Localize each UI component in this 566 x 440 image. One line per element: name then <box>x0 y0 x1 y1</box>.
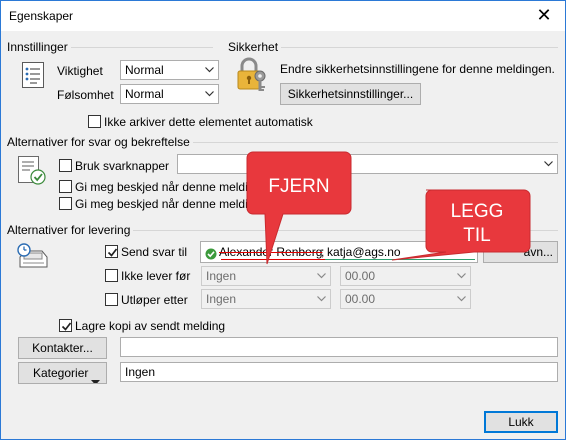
settings-header: Innstillinger <box>7 40 71 54</box>
notify-read-label: Gi meg beskjed når denne meldinge <box>75 197 268 211</box>
add-callout-text-line1: LEGG <box>450 201 504 222</box>
expires-label: Utløper etter <box>121 293 188 307</box>
no-archive-label: Ikke arkiver dette elementet automatisk <box>104 115 313 129</box>
expires-date-value: Ingen <box>206 292 237 306</box>
voting-buttons-select[interactable] <box>177 154 558 174</box>
no-deliver-date-value: Ingen <box>206 269 237 283</box>
chevron-down-icon <box>541 155 557 173</box>
importance-select[interactable]: Normal <box>120 60 219 80</box>
remove-callout <box>246 151 352 265</box>
use-voting-label: Bruk svarknapper <box>75 159 170 173</box>
importance-label: Viktighet <box>57 64 103 78</box>
expires-time-value: 00.00 <box>345 292 376 306</box>
no-deliver-time-select[interactable]: 00.00 <box>340 266 471 286</box>
no-deliver-date-select[interactable]: Ingen <box>201 266 331 286</box>
chevron-down-icon <box>202 61 218 79</box>
notify-delivered-label: Gi meg beskjed når denne meldinge <box>75 180 268 194</box>
close-icon[interactable]: ✕ <box>533 4 555 26</box>
notify-read-checkbox[interactable] <box>59 197 72 210</box>
chevron-down-icon <box>314 290 330 308</box>
voting-header: Alternativer for svar og bekreftelse <box>7 135 193 149</box>
delivery-clock-icon <box>16 241 50 274</box>
sensitivity-select[interactable]: Normal <box>120 84 219 104</box>
security-header: Sikkerhet <box>228 40 282 54</box>
contacts-button[interactable]: Kontakter... <box>18 337 107 359</box>
lock-key-icon <box>235 57 269 96</box>
voting-options-icon <box>16 155 50 190</box>
send-replies-checkbox[interactable] <box>105 245 118 258</box>
close-button[interactable]: Lukk <box>484 411 558 433</box>
no-deliver-before-checkbox[interactable] <box>105 269 118 282</box>
chevron-down-icon <box>202 85 218 103</box>
expires-checkbox[interactable] <box>105 293 118 306</box>
checkmark-icon <box>61 322 72 331</box>
add-callout-text-line2: TIL <box>463 225 491 246</box>
dropdown-arrow-icon <box>91 371 100 383</box>
title-bar: Egenskaper ✕ <box>1 1 565 31</box>
expires-time-select[interactable]: 00.00 <box>340 289 471 309</box>
chevron-down-icon <box>314 267 330 285</box>
security-settings-button[interactable]: Sikkerhetsinnstillinger... <box>280 83 421 105</box>
sensitivity-value: Normal <box>125 87 164 101</box>
chevron-down-icon <box>454 290 470 308</box>
no-deliver-before-label: Ikke lever før <box>121 269 191 283</box>
settings-list-icon <box>19 61 47 92</box>
properties-dialog: Egenskaper ✕ Innstillinger Viktighet Nor… <box>0 0 566 440</box>
checkmark-icon <box>107 248 118 257</box>
sensitivity-label: Følsomhet <box>57 88 114 102</box>
expires-date-select[interactable]: Ingen <box>201 289 331 309</box>
send-replies-label: Send svar til <box>121 245 188 259</box>
use-voting-checkbox[interactable] <box>59 159 72 172</box>
contacts-input[interactable] <box>120 337 558 357</box>
delivery-header: Alternativer for levering <box>7 223 134 237</box>
no-archive-checkbox[interactable] <box>88 115 101 128</box>
chevron-down-icon <box>454 267 470 285</box>
categories-input[interactable]: Ingen <box>120 362 558 382</box>
window-title: Egenskaper <box>9 9 74 23</box>
save-copy-label: Lagre kopi av sendt melding <box>75 319 226 333</box>
remove-callout-text: FJERN <box>268 176 330 197</box>
categories-button-label: Kategorier <box>33 366 89 380</box>
no-deliver-time-value: 00.00 <box>345 269 376 283</box>
resolved-name-icon <box>205 246 217 262</box>
save-copy-checkbox[interactable] <box>59 319 72 332</box>
security-description: Endre sikkerhetsinnstillingene for denne… <box>280 62 555 76</box>
importance-value: Normal <box>125 63 164 77</box>
categories-button[interactable]: Kategorier <box>18 362 107 384</box>
notify-delivered-checkbox[interactable] <box>59 180 72 193</box>
